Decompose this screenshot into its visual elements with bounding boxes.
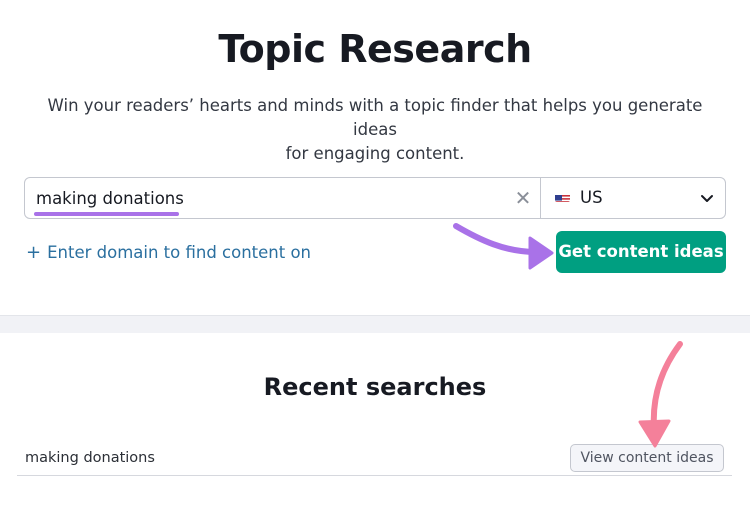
- subtitle-line-2: for engaging content.: [285, 144, 465, 163]
- section-divider-band: [0, 315, 750, 333]
- recent-searches-panel: Recent searches making donations View co…: [0, 333, 750, 516]
- enter-domain-label: Enter domain to find content on: [47, 243, 312, 262]
- recent-searches-title: Recent searches: [263, 373, 487, 401]
- search-highlight-underline: [34, 212, 179, 216]
- view-content-ideas-button[interactable]: View content ideas: [570, 444, 724, 472]
- country-select[interactable]: US: [541, 178, 726, 218]
- page-subtitle: Win your readers’ hearts and minds with …: [30, 94, 720, 166]
- recent-search-query: making donations: [25, 450, 155, 466]
- subtitle-line-1: Win your readers’ hearts and minds with …: [47, 96, 703, 139]
- enter-domain-link[interactable]: + Enter domain to find content on: [26, 242, 311, 263]
- recent-search-row: making donations View content ideas: [17, 438, 732, 476]
- get-content-ideas-button[interactable]: Get content ideas: [556, 231, 726, 273]
- page-title: Topic Research: [218, 27, 532, 71]
- country-label: US: [580, 188, 603, 207]
- close-icon[interactable]: ✕: [512, 187, 534, 209]
- topic-research-header: Topic Research Win your readers’ hearts …: [0, 0, 750, 315]
- plus-icon: +: [26, 242, 42, 263]
- us-flag-icon: [555, 191, 570, 202]
- chevron-down-icon: [699, 190, 715, 206]
